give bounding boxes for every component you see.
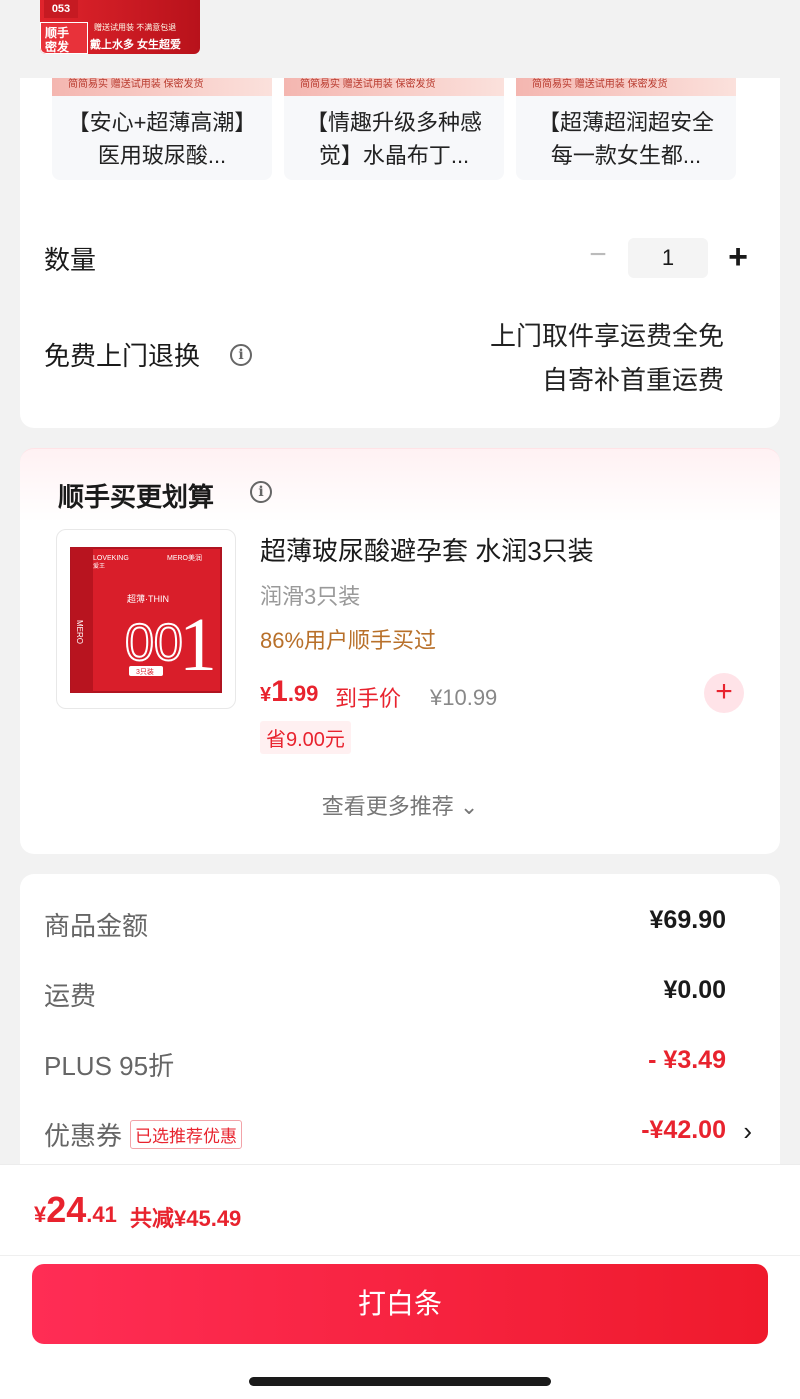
recommend-strip: 简简易实 赠送试用装 保密发货	[52, 78, 272, 96]
return-desc-line-1: 上门取件享运费全免	[489, 321, 724, 351]
big-number-00: 00	[125, 614, 183, 672]
summary-label: 运费	[44, 981, 97, 1011]
summary-row-coupon[interactable]: 优惠券 已选推荐优惠 -¥42.00 ›	[44, 1116, 752, 1156]
addon-original-price: ¥10.99	[430, 685, 498, 710]
addon-price-tag: 到手价	[335, 686, 402, 711]
recommend-item[interactable]: 简简易实 赠送试用装 保密发货 【安心+超薄高潮】医用玻尿酸...	[52, 78, 272, 180]
home-indicator[interactable]	[249, 1377, 551, 1386]
thin-label: 超薄·THIN	[127, 593, 169, 604]
divider	[0, 1255, 800, 1256]
quantity-plus-button[interactable]: +	[724, 240, 752, 274]
summary-value: -¥42.00	[641, 1116, 726, 1144]
return-service-label: 免费上门退换	[44, 341, 201, 371]
order-options-card: 简简易实 赠送试用装 保密发货 【安心+超薄高潮】医用玻尿酸... 简简易实 赠…	[20, 78, 780, 428]
summary-label: PLUS 95折	[44, 1051, 175, 1081]
price-integer: 1	[271, 675, 288, 708]
recommend-item[interactable]: 简简易实 赠送试用装 保密发货 【情趣升级多种感觉】水晶布丁...	[284, 78, 504, 180]
addon-recommend-card: 顺手买更划算 i LOVEKING 爱王 MERO美润 超薄·THIN 00 1…	[20, 448, 780, 854]
summary-row-plus: PLUS 95折 - ¥3.49	[44, 1046, 726, 1086]
side-brand: MERO	[75, 620, 84, 644]
recommend-strip: 简简易实 赠送试用装 保密发货	[516, 78, 736, 96]
coupon-label: 优惠券	[44, 1121, 123, 1151]
plus-icon[interactable]: +	[704, 673, 744, 713]
summary-value: ¥69.90	[649, 906, 726, 934]
total-savings[interactable]: 共减¥45.49	[130, 1201, 241, 1233]
summary-value: - ¥3.49	[648, 1046, 726, 1074]
recommend-title: 【超薄超润超安全每一款女生都...	[537, 110, 714, 168]
total-currency: ¥	[34, 1202, 47, 1227]
tag-line-2: 密发	[45, 40, 70, 54]
recommend-title: 【安心+超薄高潮】医用玻尿酸...	[67, 110, 257, 168]
pay-button[interactable]: 打白条	[32, 1264, 768, 1344]
summary-label: 优惠券 已选推荐优惠	[44, 1116, 243, 1153]
summary-row-shipping: 运费 ¥0.00	[44, 976, 726, 1016]
return-desc-line-2: 自寄补首重运费	[541, 365, 724, 395]
addon-product-name[interactable]: 超薄玻尿酸避孕套 水润3只装	[260, 531, 594, 568]
top-product-image[interactable]: 053 顺手 密发 赠送试用装 不满意包退 戴上水多 女生超爱	[40, 0, 200, 54]
addon-social-proof: 86%用户顺手买过	[260, 628, 437, 653]
price-currency: ¥	[260, 684, 272, 706]
info-icon[interactable]: i	[230, 344, 252, 366]
checkout-bar: ¥24.41 共减¥45.49 打白条	[0, 1164, 800, 1399]
quantity-minus-button[interactable]: −	[586, 240, 610, 270]
addon-product-spec: 润滑3只装	[260, 584, 361, 609]
image-red-tag: 顺手 密发	[40, 22, 88, 54]
tag-line-1: 顺手	[45, 26, 70, 40]
addon-product-image[interactable]: LOVEKING 爱王 MERO美润 超薄·THIN 00 1 3只装 MERO	[56, 529, 236, 709]
brand-loveking: LOVEKING	[93, 555, 129, 562]
info-icon[interactable]: i	[250, 481, 272, 503]
view-more-recommend[interactable]: 查看更多推荐 ⌄	[20, 789, 780, 821]
condom-box-illustration: LOVEKING 爱王 MERO美润 超薄·THIN 00 1 3只装 MERO	[70, 547, 222, 693]
image-sub-line: 赠送试用装 不满意包退	[94, 23, 177, 32]
quantity-label: 数量	[44, 245, 97, 275]
brand-loveking-cn: 爱王	[93, 562, 105, 570]
image-promo-line: 戴上水多 女生超爱	[90, 39, 182, 51]
total-price: ¥24.41	[34, 1189, 117, 1231]
summary-value: ¥0.00	[663, 976, 726, 1004]
price-decimal: .99	[287, 681, 319, 706]
chevron-right-icon[interactable]: ›	[743, 1116, 752, 1147]
summary-label: 商品金额	[44, 911, 149, 941]
addon-save-badge: 省9.00元	[260, 721, 351, 754]
summary-row-goods: 商品金额 ¥69.90	[44, 906, 726, 946]
addon-header: 顺手买更划算	[58, 482, 215, 512]
total-decimal: .41	[86, 1202, 117, 1227]
count-label: 3只装	[136, 667, 154, 676]
coupon-tag: 已选推荐优惠	[130, 1119, 243, 1149]
return-service-desc: 上门取件享运费全免 自寄补首重运费	[490, 314, 724, 402]
recommend-strip: 简简易实 赠送试用装 保密发货	[284, 78, 504, 96]
brand-mero: MERO美润	[167, 553, 202, 562]
price-summary-card: 商品金额 ¥69.90 运费 ¥0.00 PLUS 95折 - ¥3.49 优惠…	[20, 874, 780, 1174]
addon-price: ¥1.99	[260, 675, 318, 709]
recommend-item[interactable]: 简简易实 赠送试用装 保密发货 【超薄超润超安全每一款女生都...	[516, 78, 736, 180]
recommend-title: 【情趣升级多种感觉】水晶布丁...	[305, 110, 482, 168]
image-number-tag: 053	[44, 0, 78, 18]
big-number-1: 1	[179, 603, 217, 687]
total-integer: 24	[46, 1189, 87, 1230]
quantity-input[interactable]: 1	[628, 238, 708, 278]
